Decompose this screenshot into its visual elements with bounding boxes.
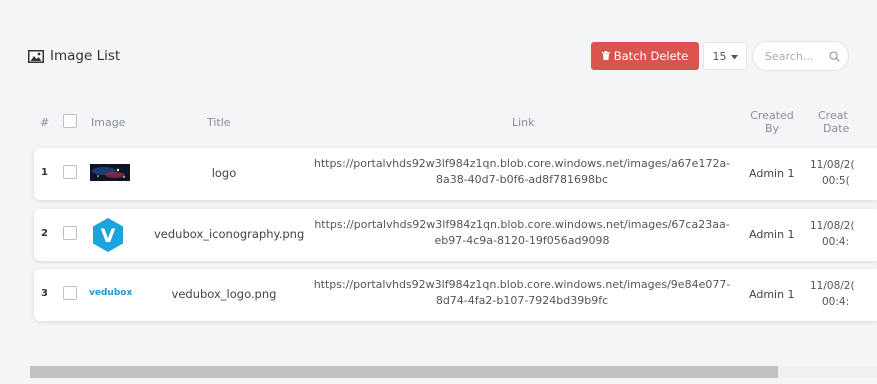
row-link-line1: https://portalvhds92w3lf984z1qn.blob.cor… bbox=[314, 218, 730, 231]
row-created-date: 11/08/2( 00:4: bbox=[810, 278, 855, 310]
row-date-line1: 11/08/2( bbox=[810, 280, 855, 292]
image-icon bbox=[28, 49, 44, 63]
page-size-value: 15 bbox=[712, 49, 727, 63]
column-header-created-date[interactable]: Creat Date bbox=[818, 109, 877, 135]
column-header-created-by[interactable]: Created By bbox=[750, 109, 794, 135]
trash-icon bbox=[601, 49, 610, 63]
row-link-line2: 8a38-40d7-b0f6-ad8f781698bc bbox=[435, 173, 609, 186]
row-date-line1: 11/08/2( bbox=[810, 159, 855, 171]
column-header-image: Image bbox=[91, 116, 126, 129]
column-header-link[interactable]: Link bbox=[512, 116, 535, 129]
row-date-line1: 11/08/2( bbox=[810, 220, 855, 232]
row-title: vedubox_logo.png bbox=[171, 287, 277, 301]
row-link-line1: https://portalvhds92w3lf984z1qn.blob.cor… bbox=[313, 157, 731, 170]
created-date-line2: Date bbox=[823, 122, 850, 135]
row-link[interactable]: https://portalvhds92w3lf984z1qn.blob.cor… bbox=[304, 217, 740, 249]
page-title: Image List bbox=[50, 48, 121, 64]
row-index: 2 bbox=[41, 228, 48, 239]
svg-text:V: V bbox=[101, 225, 116, 247]
vedubox-v-icon: V bbox=[91, 217, 125, 256]
column-header-index: # bbox=[40, 116, 50, 129]
row-index: 1 bbox=[41, 167, 48, 178]
created-date-line1: Creat bbox=[818, 109, 848, 122]
space-photo-thumbnail bbox=[90, 164, 130, 184]
page-size-select[interactable]: 15 bbox=[703, 42, 747, 70]
search-input[interactable] bbox=[763, 48, 827, 64]
row-date-line2: 00:4: bbox=[822, 236, 850, 248]
row-link-line1: https://portalvhds92w3lf984z1qn.blob.cor… bbox=[313, 278, 731, 291]
batch-delete-label: Batch Delete bbox=[613, 49, 689, 63]
row-checkbox[interactable] bbox=[63, 226, 77, 240]
row-date-line2: 00:5( bbox=[822, 175, 850, 187]
table-row[interactable]: 1 logo https://portalvhds92w3lf984z1qn.b… bbox=[34, 148, 877, 200]
horizontal-scrollbar-thumb[interactable] bbox=[30, 366, 778, 378]
row-title: vedubox_iconography.png bbox=[154, 227, 305, 241]
row-checkbox[interactable] bbox=[63, 286, 77, 300]
batch-delete-button[interactable]: Batch Delete bbox=[591, 42, 699, 70]
row-created-date: 11/08/2( 00:5( bbox=[810, 157, 855, 189]
row-created-by: Admin 1 bbox=[749, 167, 795, 180]
table-row[interactable]: 2 V vedubox_iconography.png https://port… bbox=[34, 209, 877, 261]
row-index: 3 bbox=[41, 288, 48, 299]
search-box bbox=[752, 41, 849, 71]
row-link[interactable]: https://portalvhds92w3lf984z1qn.blob.cor… bbox=[304, 277, 740, 309]
row-checkbox[interactable] bbox=[63, 165, 77, 179]
column-header-title[interactable]: Title bbox=[207, 116, 231, 129]
row-title: logo bbox=[211, 166, 237, 180]
caret-down-icon bbox=[730, 50, 738, 63]
row-link-line2: 8d74-4fa2-b107-7924bd39b9fc bbox=[435, 294, 609, 307]
select-all-checkbox[interactable] bbox=[63, 114, 77, 131]
row-link-line2: eb97-4c9a-8120-19f056ad9098 bbox=[434, 234, 610, 247]
table-row[interactable]: 3 vedubox vedubox_logo.png https://porta… bbox=[34, 269, 877, 321]
row-created-date: 11/08/2( 00:4: bbox=[810, 218, 855, 250]
vedubox-wordmark: vedubox bbox=[89, 288, 133, 298]
created-by-line1: Created bbox=[750, 109, 794, 122]
row-created-by: Admin 1 bbox=[749, 288, 795, 301]
row-date-line2: 00:4: bbox=[822, 296, 850, 308]
search-icon[interactable] bbox=[829, 50, 840, 62]
created-by-line2: By bbox=[764, 122, 780, 135]
row-link[interactable]: https://portalvhds92w3lf984z1qn.blob.cor… bbox=[304, 156, 740, 188]
page-header: Image List bbox=[28, 46, 120, 66]
row-created-by: Admin 1 bbox=[749, 228, 795, 241]
table-header: # Image Title Link Created By Creat Date bbox=[0, 106, 877, 140]
